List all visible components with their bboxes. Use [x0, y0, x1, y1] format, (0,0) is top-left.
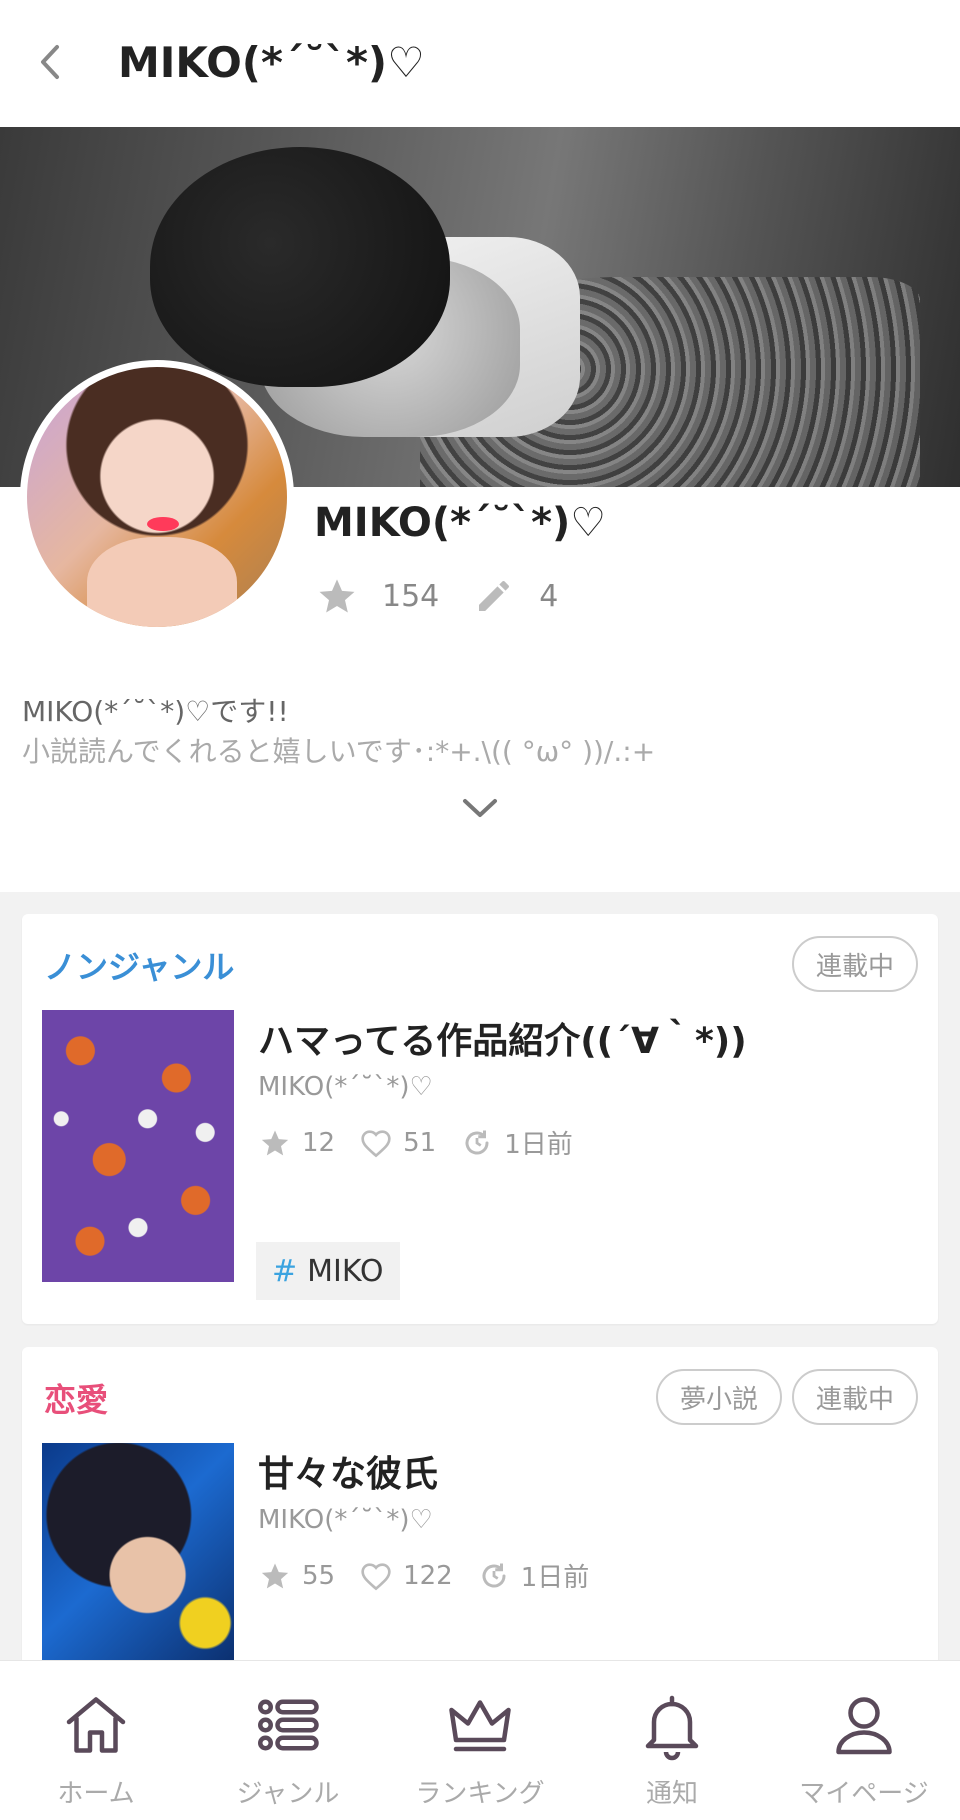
star-icon — [258, 1559, 292, 1593]
badge-group: 連載中 — [782, 936, 918, 992]
genre-label: 恋愛 — [44, 1381, 109, 1419]
nav-label: 通知 — [645, 1779, 698, 1809]
update-icon — [477, 1559, 511, 1593]
nav-item-notifications[interactable]: 通知 — [576, 1661, 768, 1820]
updated-time: 1日前 — [504, 1130, 573, 1160]
work-thumbnail[interactable] — [42, 1443, 234, 1677]
genre-label: ノンジャンル — [44, 948, 235, 986]
star-count: 12 — [302, 1127, 336, 1158]
nav-label: ランキング — [415, 1779, 545, 1809]
bottom-nav: ホーム ジャンル ランキング 通知 マイページ — [0, 1660, 960, 1820]
updated-time: 1日前 — [520, 1563, 590, 1593]
star-count: 55 — [302, 1560, 336, 1591]
status-badge: 連載中 — [791, 1369, 918, 1425]
expand-bio-button[interactable] — [458, 790, 502, 826]
update-icon — [460, 1126, 494, 1160]
nav-item-mypage[interactable]: マイページ — [768, 1661, 960, 1820]
work-author: MIKO(*´˘`*)♡ — [258, 1072, 433, 1102]
nav-label: ジャンル — [236, 1779, 340, 1809]
status-badge: 連載中 — [791, 936, 918, 992]
page-title: MIKO(*´˘`*)♡ — [118, 38, 425, 87]
profile-stats: 154 4 — [316, 575, 592, 617]
nav-item-genre[interactable]: ジャンル — [192, 1661, 384, 1820]
list-icon — [258, 1699, 319, 1751]
bell-icon — [645, 1695, 699, 1761]
nav-label: マイページ — [799, 1779, 929, 1809]
heart-icon — [359, 1126, 393, 1160]
badge-group: 夢小説 連載中 — [646, 1369, 918, 1425]
chevron-left-icon — [41, 45, 59, 79]
bio-line: 小説読んでくれると嬉しいです･:*+.\(( °ω° ))/.:+ — [22, 735, 656, 768]
nav-label: ホーム — [57, 1779, 135, 1809]
chevron-down-icon — [463, 799, 497, 817]
tag-chip[interactable]: # MIKO — [256, 1242, 400, 1300]
work-meta: 12 51 1日前 — [258, 1124, 597, 1161]
work-title[interactable]: 甘々な彼氏 — [258, 1445, 438, 1497]
tag-label: MIKO — [307, 1253, 384, 1289]
work-meta: 55 122 1日前 — [258, 1557, 613, 1594]
work-count: 4 — [539, 578, 559, 614]
like-count: 122 — [403, 1560, 453, 1591]
profile-name: MIKO(*´˘`*)♡ — [314, 500, 607, 546]
avatar[interactable] — [20, 360, 294, 634]
home-icon — [66, 1697, 126, 1753]
pencil-icon — [473, 575, 515, 617]
hash-icon: # — [272, 1253, 298, 1289]
crown-icon — [449, 1700, 511, 1752]
star-count: 154 — [382, 578, 440, 614]
work-card[interactable]: ノンジャンル 連載中 ハマってる作品紹介((´∀｀*)) MIKO(*´˘`*)… — [22, 914, 938, 1324]
work-card[interactable]: 恋愛 夢小説 連載中 甘々な彼氏 MIKO(*´˘`*)♡ 55 122 1日前 — [22, 1347, 938, 1677]
work-author: MIKO(*´˘`*)♡ — [258, 1505, 433, 1535]
work-thumbnail[interactable] — [42, 1010, 234, 1282]
star-icon — [258, 1126, 292, 1160]
star-icon — [316, 575, 358, 617]
nav-item-home[interactable]: ホーム — [0, 1661, 192, 1820]
like-count: 51 — [403, 1127, 437, 1158]
nav-item-ranking[interactable]: ランキング — [384, 1661, 576, 1820]
app-header: MIKO(*´˘`*)♡ — [0, 0, 960, 127]
back-button[interactable] — [30, 40, 70, 84]
work-title[interactable]: ハマってる作品紹介((´∀｀*)) — [258, 1012, 747, 1064]
heart-icon — [359, 1559, 393, 1593]
bio-line: MIKO(*´˘`*)♡です!! — [22, 695, 289, 728]
person-icon — [836, 1697, 892, 1755]
category-badge: 夢小説 — [655, 1369, 782, 1425]
